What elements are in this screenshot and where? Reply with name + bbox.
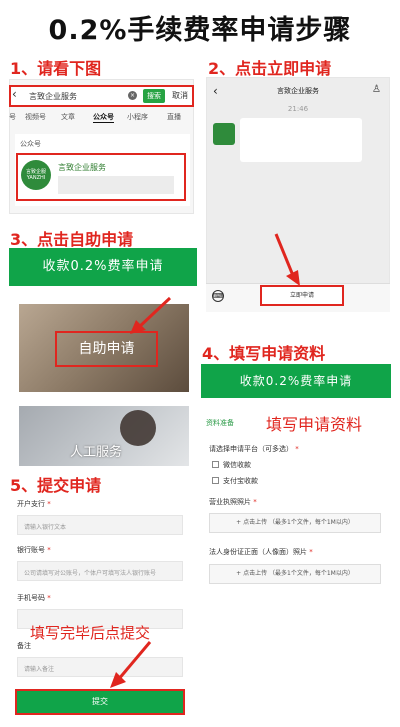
tab-live[interactable]: 直播: [167, 112, 181, 122]
required-mark: *: [45, 594, 51, 602]
required-mark: *: [251, 498, 257, 506]
headset-person-image: [120, 410, 156, 446]
license-label-text: 营业执照照片: [209, 498, 251, 506]
platform-label-text: 请选择申请平台（可多选）: [209, 445, 293, 453]
id-upload-button[interactable]: + 点击上传 （最多1个文件，每个1M以内）: [209, 564, 381, 584]
phone-label: 手机号码 *: [17, 593, 51, 603]
id-label-text: 法人身份证正面（人像面）照片: [209, 548, 307, 556]
result-name: 言致企业服务: [58, 163, 106, 172]
result-description-placeholder: [58, 176, 174, 194]
wechat-checkbox[interactable]: [212, 461, 219, 468]
arrow-to-apply-icon: [274, 233, 300, 286]
search-tabs: 号 视频号 文章 公众号 小程序 直播: [9, 110, 194, 126]
chat-title: 言致企业服务: [277, 87, 319, 95]
tab-miniprogram[interactable]: 小程序: [127, 112, 148, 122]
tab-article[interactable]: 文章: [61, 112, 75, 122]
account-label-text: 银行账号: [17, 546, 45, 554]
required-mark: *: [45, 500, 51, 508]
step-3-heading: 3、点击自助申请: [10, 230, 134, 249]
license-label: 营业执照照片 *: [209, 497, 257, 507]
alipay-checkbox[interactable]: [212, 477, 219, 484]
account-input[interactable]: 公司请填写对公账号，个体户可填写法人银行账号: [17, 561, 183, 581]
apply-now-button[interactable]: 立即申请: [260, 285, 344, 306]
step-5-heading: 5、提交申请: [10, 476, 102, 495]
tab-official-account[interactable]: 公众号: [93, 112, 114, 123]
keyboard-icon[interactable]: ⌨: [212, 290, 224, 302]
chat-timestamp: 21:46: [287, 105, 309, 113]
required-mark: *: [293, 445, 299, 453]
submit-button[interactable]: 提交: [15, 689, 185, 715]
bank-label: 开户支行 *: [17, 499, 51, 509]
yanzhi-logo: 言致企服 YANZHI: [21, 160, 51, 190]
required-mark: *: [45, 546, 51, 554]
license-upload-button[interactable]: + 点击上传 （最多1个文件，每个1M以内）: [209, 513, 381, 533]
profile-icon[interactable]: ♙: [372, 84, 381, 95]
page-title: 0.2%手续费率申请步骤: [48, 15, 352, 46]
step-2-heading: 2、点击立即申请: [208, 59, 332, 78]
remark-label: 备注: [17, 642, 31, 650]
human-service-button[interactable]: 人工服务: [70, 441, 122, 460]
account-label: 银行账号 *: [17, 545, 51, 555]
tab-account-partial[interactable]: 号: [9, 112, 16, 122]
search-input[interactable]: 言致企业服务: [9, 85, 194, 107]
clear-icon[interactable]: ×: [128, 91, 137, 100]
fee-banner: 收款0.2%费率申请: [9, 248, 197, 286]
search-button[interactable]: 搜索: [143, 89, 165, 103]
tab-video[interactable]: 视频号: [25, 112, 46, 122]
fee-banner: 收款0.2%费率申请: [201, 364, 391, 398]
bank-label-text: 开户支行: [17, 500, 45, 508]
wechat-option[interactable]: 微信收款: [223, 460, 251, 470]
bank-input[interactable]: 请输入银行文本: [17, 515, 183, 535]
fill-info-annotation: 填写申请资料: [266, 415, 363, 434]
back-arrow-icon[interactable]: ‹: [12, 87, 17, 101]
platform-label: 请选择申请平台（可多选） *: [209, 444, 299, 454]
arrow-to-self-service-icon: [130, 296, 172, 334]
message-bubble: [240, 118, 362, 162]
remark-input[interactable]: 请输入备注: [17, 657, 183, 677]
phone-label-text: 手机号码: [17, 594, 45, 602]
account-avatar: [213, 123, 235, 145]
arrow-to-submit-icon: [110, 641, 152, 688]
alipay-option[interactable]: 支付宝收款: [223, 476, 258, 486]
id-label: 法人身份证正面（人像面）照片 *: [209, 547, 313, 557]
section-heading: 资料准备: [206, 419, 234, 427]
results-section-header: 公众号: [20, 140, 41, 148]
cancel-link[interactable]: 取消: [172, 90, 188, 101]
self-service-button[interactable]: 自助申请: [55, 331, 158, 367]
step-4-heading: 4、填写申请资料: [202, 344, 326, 363]
required-mark: *: [307, 548, 313, 556]
step-1-heading: 1、请看下图: [10, 59, 102, 78]
